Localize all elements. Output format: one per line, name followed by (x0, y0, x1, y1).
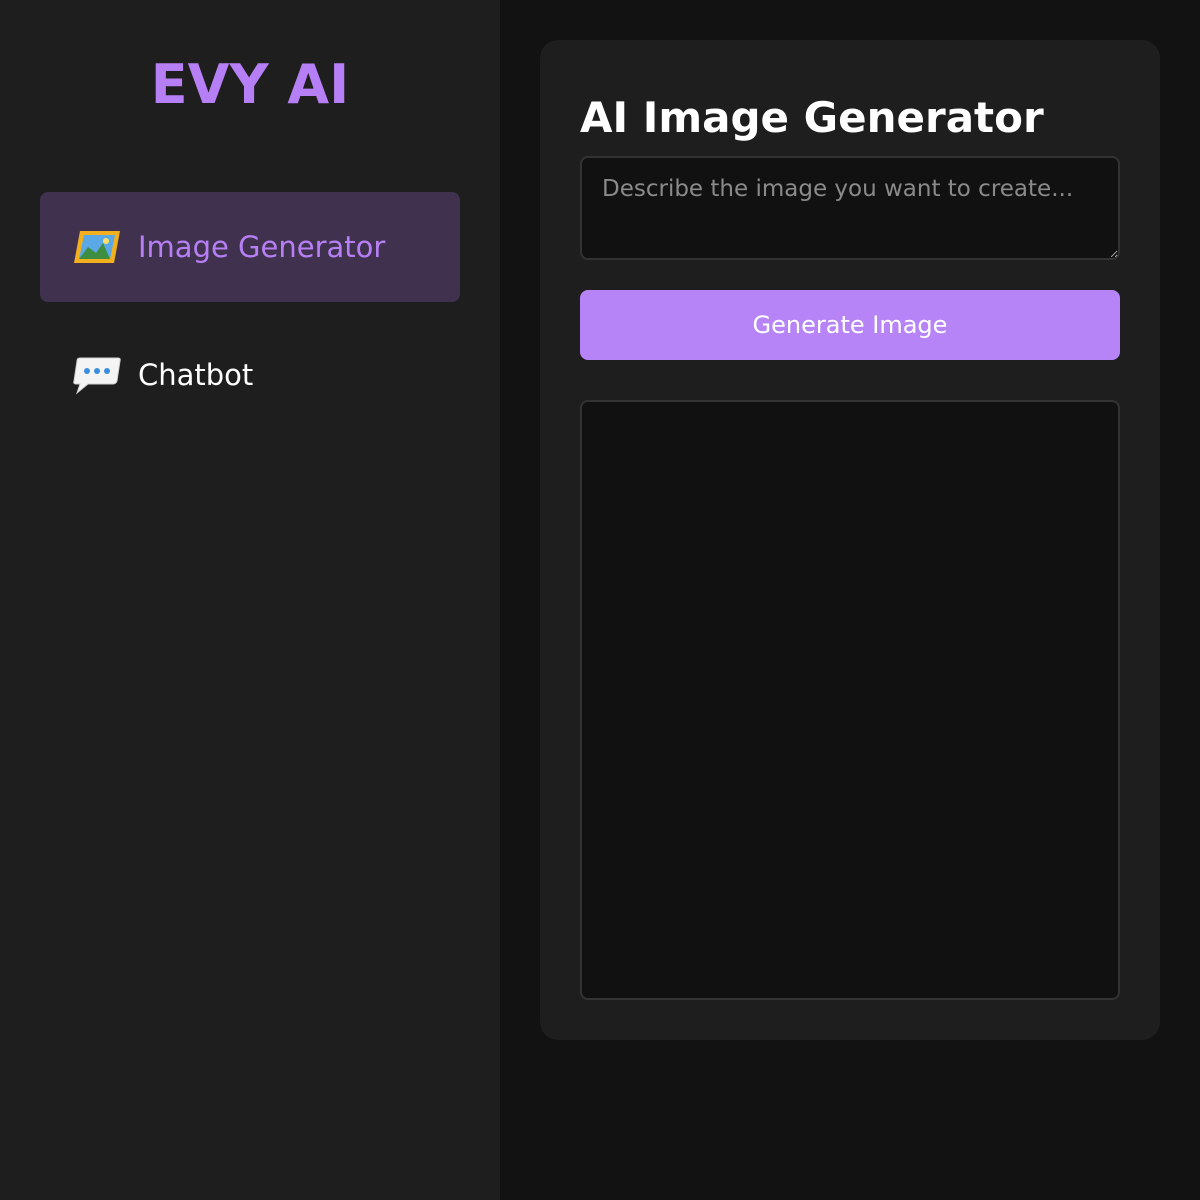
brand-logo: EVY AI (150, 53, 350, 116)
framed-picture-icon (72, 227, 122, 267)
sidebar-item-image-generator[interactable]: Image Generator (40, 192, 460, 302)
generate-image-button[interactable]: Generate Image (580, 290, 1120, 360)
sidebar-item-label: Image Generator (138, 230, 386, 264)
app-root: EVY AI Image Generator Chatbot AI Image … (0, 0, 1200, 1200)
generator-card: AI Image Generator Generate Image (540, 40, 1160, 1040)
main-area: AI Image Generator Generate Image (500, 0, 1200, 1200)
speech-bubble-icon (72, 355, 122, 395)
sidebar: EVY AI Image Generator Chatbot (0, 0, 500, 1200)
prompt-input[interactable] (580, 156, 1120, 260)
page-title: AI Image Generator (580, 93, 1044, 142)
sidebar-item-chatbot[interactable]: Chatbot (40, 320, 460, 430)
sidebar-item-label: Chatbot (138, 358, 254, 392)
image-output-area (580, 400, 1120, 1000)
